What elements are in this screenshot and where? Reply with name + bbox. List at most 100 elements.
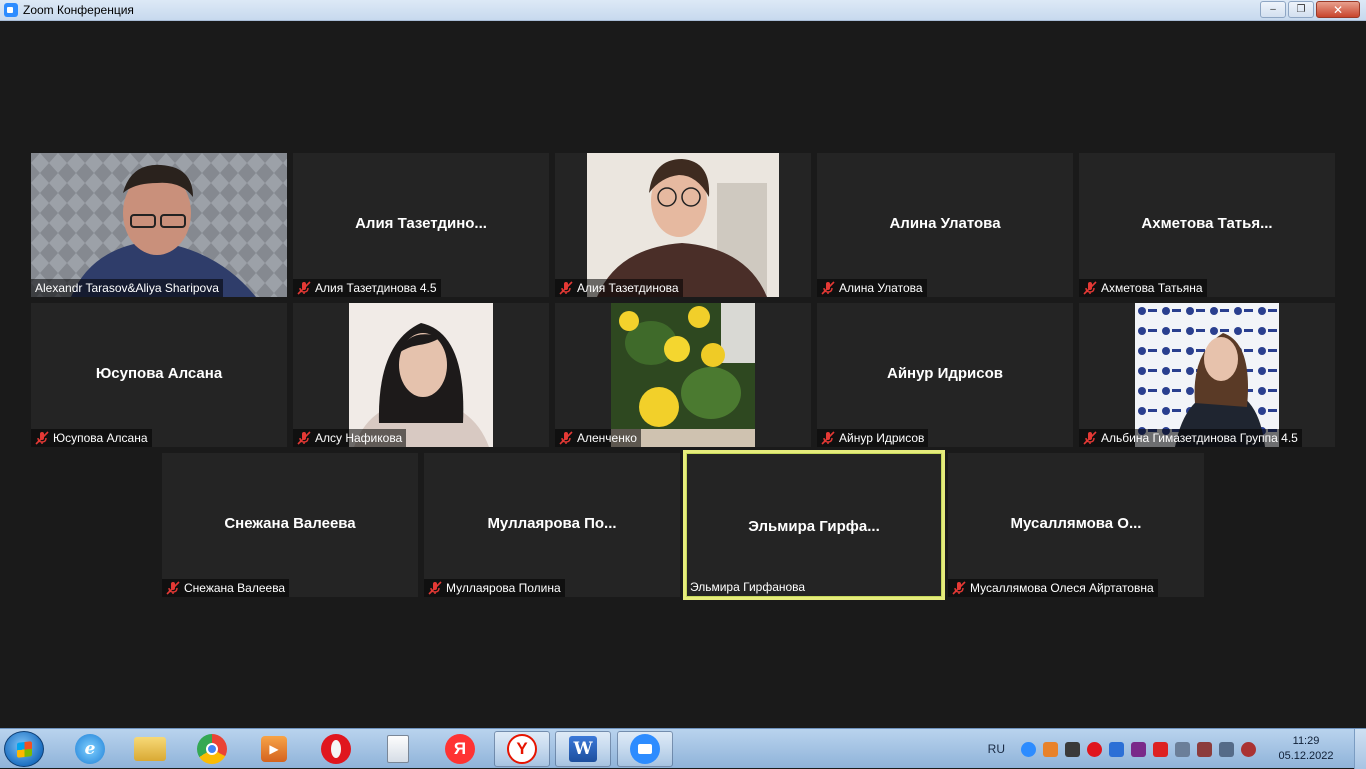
participant-tile[interactable]: Алия Тазетдинова [555, 153, 811, 297]
video-person [1135, 303, 1279, 447]
window-titlebar: Zoom Конференция ‒ ❐ ✕ [0, 0, 1366, 21]
participant-tile[interactable]: Альбина Гимазетдинова Группа 4.5 [1079, 303, 1335, 447]
participant-name: Снежана Валеева [184, 581, 286, 595]
participant-name-label: Эльмира Гирфанова [686, 578, 809, 596]
clock-time: 11:29 [1292, 735, 1320, 747]
participant-name-label: Снежана Валеева [162, 579, 290, 597]
participant-name: Юсупова Алсана [53, 431, 148, 445]
participant-name-label: Альбина Гимазетдинова Группа 4.5 [1079, 429, 1302, 447]
participant-video [349, 303, 493, 447]
participant-name-label: Алия Тазетдинова 4.5 [293, 279, 441, 297]
participant-tile[interactable]: Муллаярова По... Муллаярова Полина [424, 453, 680, 597]
yandex-browser-taskbar-button[interactable]: Y [494, 731, 550, 767]
participant-video [611, 303, 755, 447]
participant-display-name: Алия Тазетдино... [355, 215, 487, 232]
participant-name-label: Мусаллямова Олеся Айртатовна [948, 579, 1158, 597]
file-explorer-taskbar-button[interactable] [122, 731, 178, 767]
media-player-taskbar-button[interactable]: ▶ [246, 731, 302, 767]
participant-name: Аленченко [577, 431, 637, 445]
participant-tile[interactable]: Снежана Валеева Снежана Валеева [162, 453, 418, 597]
zoom-icon [630, 734, 660, 764]
onenote-tray-icon[interactable] [1131, 741, 1146, 757]
network-app-tray-icon[interactable] [1109, 741, 1124, 757]
word-icon: W [569, 736, 597, 762]
opera-tray-icon[interactable] [1087, 741, 1102, 757]
participant-display-name: Муллаярова По... [487, 515, 617, 532]
opera-taskbar-button[interactable] [308, 731, 364, 767]
chrome-icon [197, 734, 227, 764]
system-tray: RU 11:29 05.12.2022 [988, 729, 1366, 769]
participant-tile[interactable]: Юсупова Алсана Юсупова Алсана [31, 303, 287, 447]
close-button[interactable]: ✕ [1316, 1, 1360, 18]
language-indicator[interactable]: RU [988, 742, 1005, 756]
muted-mic-icon [35, 431, 49, 445]
participant-tile[interactable]: Алина Улатова Алина Улатова [817, 153, 1073, 297]
internet-explorer-taskbar-button[interactable]: e [62, 731, 118, 767]
participant-display-name: Алина Улатова [889, 215, 1001, 232]
monitor-tray-icon[interactable] [1065, 741, 1080, 757]
tray-icons [1021, 741, 1256, 757]
muted-mic-icon [297, 281, 311, 295]
participant-name: Эльмира Гирфанова [690, 580, 806, 594]
zoom-taskbar-button[interactable] [617, 731, 673, 767]
participant-tile[interactable]: Алия Тазетдино... Алия Тазетдинова 4.5 [293, 153, 549, 297]
clock[interactable]: 11:29 05.12.2022 [1266, 734, 1346, 764]
muted-mic-icon [952, 581, 966, 595]
participant-display-name: Снежана Валеева [224, 515, 356, 532]
word-taskbar-button[interactable]: W [555, 731, 611, 767]
maximize-button[interactable]: ❐ [1288, 1, 1314, 18]
participant-name-label: Ахметова Татьяна [1079, 279, 1207, 297]
participant-tile[interactable]: Алсу Нафикова [293, 303, 549, 447]
participant-display-name: Ахметова Татья... [1141, 215, 1273, 232]
participant-display-name: Эльмира Гирфа... [748, 518, 880, 535]
power-icon[interactable] [1241, 741, 1256, 757]
participant-tile-active-speaker[interactable]: Эльмира Гирфа... Эльмира Гирфанова [683, 450, 945, 600]
participant-name: Муллаярова Полина [446, 581, 561, 595]
notepad-icon [387, 735, 409, 763]
participant-name-label: Alexandr Tarasov&Aliya Sharipova [31, 279, 223, 297]
participant-name: Альбина Гимазетдинова Группа 4.5 [1101, 431, 1298, 445]
participant-name: Мусаллямова Олеся Айртатовна [970, 581, 1154, 595]
participant-tile[interactable]: Айнур Идрисов Айнур Идрисов [817, 303, 1073, 447]
volume-icon[interactable] [1175, 741, 1190, 757]
folder-icon [134, 737, 166, 761]
video-person [349, 303, 493, 447]
chrome-taskbar-button[interactable] [184, 731, 240, 767]
participant-name-label: Аленченко [555, 429, 641, 447]
muted-mic-icon [821, 281, 835, 295]
participant-name-label: Алсу Нафикова [293, 429, 407, 447]
muted-mic-icon [559, 281, 573, 295]
participant-name-label: Айнур Идрисов [817, 429, 929, 447]
participant-tile[interactable]: Мусаллямова О... Мусаллямова Олеся Айрта… [948, 453, 1204, 597]
muted-mic-icon [821, 431, 835, 445]
opera-icon [321, 734, 351, 764]
ati-tray-icon[interactable] [1153, 741, 1168, 757]
start-button[interactable] [4, 731, 44, 767]
muted-mic-icon [559, 431, 573, 445]
notepad-taskbar-button[interactable] [370, 731, 426, 767]
participant-name-label: Алия Тазетдинова [555, 279, 683, 297]
participant-name: Ахметова Татьяна [1101, 281, 1203, 295]
show-desktop-button[interactable] [1354, 729, 1366, 769]
signal-icon[interactable] [1219, 741, 1234, 757]
participant-tile[interactable]: Alexandr Tarasov&Aliya Sharipova [31, 153, 287, 297]
yandex-browser-icon: Y [507, 734, 537, 764]
participant-name: Alexandr Tarasov&Aliya Sharipova [35, 281, 219, 295]
yandex-taskbar-button[interactable]: Я [432, 731, 488, 767]
participant-display-name: Юсупова Алсана [95, 365, 223, 382]
safely-remove-icon[interactable] [1197, 741, 1212, 757]
participant-name: Айнур Идрисов [839, 431, 925, 445]
windows-taskbar: e ▶ Я Y W RU 11:29 05.12.2022 [0, 728, 1366, 769]
participant-tile[interactable]: Аленченко [555, 303, 811, 447]
zoom-tray-icon[interactable] [1021, 741, 1036, 757]
participant-tile[interactable]: Ахметова Татья... Ахметова Татьяна [1079, 153, 1335, 297]
participant-display-name: Мусаллямова О... [1010, 515, 1142, 532]
video-person [31, 153, 287, 297]
minimize-button[interactable]: ‒ [1260, 1, 1286, 18]
participant-name: Алия Тазетдинова [577, 281, 679, 295]
participant-name-label: Муллаярова Полина [424, 579, 565, 597]
participant-video [587, 153, 779, 297]
participant-video [1135, 303, 1279, 447]
yandex-icon: Я [445, 734, 475, 764]
avast-tray-icon[interactable] [1043, 741, 1058, 757]
